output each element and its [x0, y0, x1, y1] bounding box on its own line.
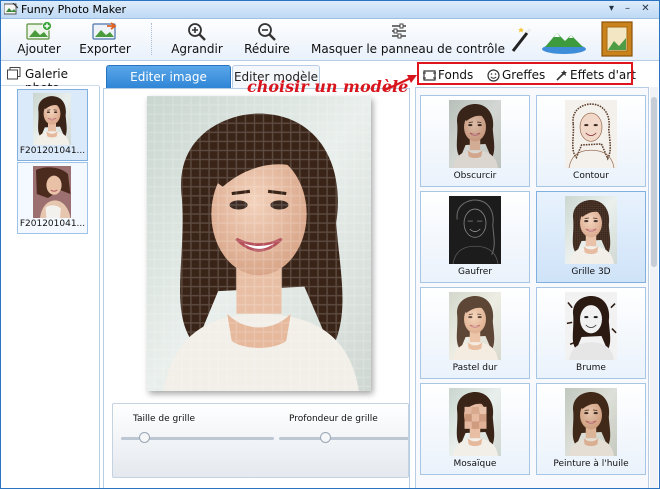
effect-thumbnail	[565, 100, 617, 168]
zoom-in-label: Agrandir	[171, 42, 223, 56]
toolbar-separator	[151, 23, 152, 55]
effects-grid: Obscurcir Contour Gaufrer Grille 3D Past…	[415, 87, 649, 488]
effect-label: Mosaïque	[453, 459, 497, 469]
effect-obscure[interactable]: Obscurcir	[420, 95, 530, 187]
effect-mosaic[interactable]: Mosaïque	[420, 383, 530, 475]
picture-frame-icon[interactable]	[599, 21, 635, 57]
effect-thumbnail	[449, 196, 501, 264]
grid-depth-slider[interactable]	[319, 432, 331, 443]
zoom-out-icon	[258, 23, 276, 41]
effect-thumbnail	[449, 388, 501, 456]
gallery-thumbnail	[33, 166, 71, 218]
grid-size-label: Taille de grille	[133, 414, 195, 424]
effect-emboss[interactable]: Gaufrer	[420, 191, 530, 283]
zoom-in-icon	[188, 23, 206, 41]
editor-panel: Taille de grille Profondeur de grille	[103, 88, 410, 488]
effect-label: Obscurcir	[453, 171, 497, 181]
editor-area: Editer image d'origine Editer modèle Tai…	[101, 61, 411, 488]
gallery-item[interactable]: F201201041...	[17, 89, 88, 161]
grid-size-slider[interactable]	[138, 432, 150, 443]
minimize-icon[interactable]: –	[620, 2, 635, 16]
export-photo-icon	[92, 22, 117, 40]
window-title: Funny Photo Maker	[21, 3, 127, 16]
main-photo-preview	[147, 96, 371, 391]
app-window: Funny Photo Maker ▾ – ✕ Ajouter Exporter	[0, 0, 660, 489]
title-bar: Funny Photo Maker ▾ – ✕	[1, 1, 659, 19]
gallery-thumbnail	[33, 93, 71, 145]
export-button-label: Exporter	[79, 42, 131, 56]
add-photo-icon	[26, 22, 52, 40]
effect-label: Grille 3D	[571, 267, 611, 277]
highlight-box	[417, 62, 633, 85]
landscape-icon[interactable]	[541, 25, 587, 55]
effect-oil-painting[interactable]: Peinture à l'huile	[536, 383, 646, 475]
zoom-out-label: Réduire	[244, 42, 290, 56]
slider-panel: Taille de grille Profondeur de grille	[112, 403, 409, 478]
tab-edit-original[interactable]: Editer image d'origine	[106, 65, 231, 106]
add-button-label: Ajouter	[17, 42, 61, 56]
hide-panel-button[interactable]: Masquer le panneau de contrôle	[311, 19, 505, 60]
effect-3d-grid[interactable]: Grille 3D	[536, 191, 646, 283]
effect-thumbnail	[449, 292, 501, 360]
magic-wand-icon[interactable]	[509, 27, 533, 53]
effect-thumbnail	[565, 388, 617, 456]
gallery-header: Galerie photo	[1, 61, 99, 95]
effect-contour[interactable]: Contour	[536, 95, 646, 187]
effect-thumbnail	[565, 292, 617, 360]
scrollbar-thumb[interactable]	[651, 97, 657, 267]
gallery-item-caption: F201201041...	[19, 219, 86, 229]
gallery-item-caption: F201201041...	[19, 146, 86, 156]
effect-label: Gaufrer	[457, 267, 493, 277]
effects-scrollbar[interactable]	[650, 87, 658, 488]
effect-label: Brume	[576, 363, 606, 373]
export-button[interactable]: Exporter	[77, 19, 133, 60]
effect-thumbnail	[449, 100, 501, 168]
effect-label: Pastel dur	[452, 363, 498, 373]
gallery-icon	[7, 67, 21, 80]
hide-panel-label: Masquer le panneau de contrôle	[311, 42, 505, 56]
effect-label: Peinture à l'huile	[553, 459, 629, 469]
photo-gallery: F201201041... F201201041...	[1, 86, 100, 488]
effect-mist[interactable]: Brume	[536, 287, 646, 379]
grid-depth-track[interactable]	[279, 437, 408, 440]
toolbar: Ajouter Exporter Agrandir Réduire Masque…	[1, 19, 659, 61]
gallery-item[interactable]: F201201041...	[17, 162, 88, 234]
template-panel: Fonds Greffes Effets d'art Obscurcir Con…	[415, 61, 659, 488]
grid-depth-label: Profondeur de grille	[289, 414, 378, 424]
effect-thumbnail	[565, 196, 617, 264]
effect-hard-pastel[interactable]: Pastel dur	[420, 287, 530, 379]
sliders-icon	[392, 23, 406, 39]
add-button[interactable]: Ajouter	[11, 19, 67, 60]
close-icon[interactable]: ✕	[638, 2, 653, 16]
zoom-out-button[interactable]: Réduire	[239, 19, 295, 60]
effect-label: Contour	[573, 171, 609, 181]
app-logo-icon	[4, 3, 18, 15]
dropdown-arrow-icon[interactable]: ▾	[604, 2, 619, 16]
annotation-text: choisir un modèle	[247, 77, 409, 96]
zoom-in-button[interactable]: Agrandir	[169, 19, 225, 60]
